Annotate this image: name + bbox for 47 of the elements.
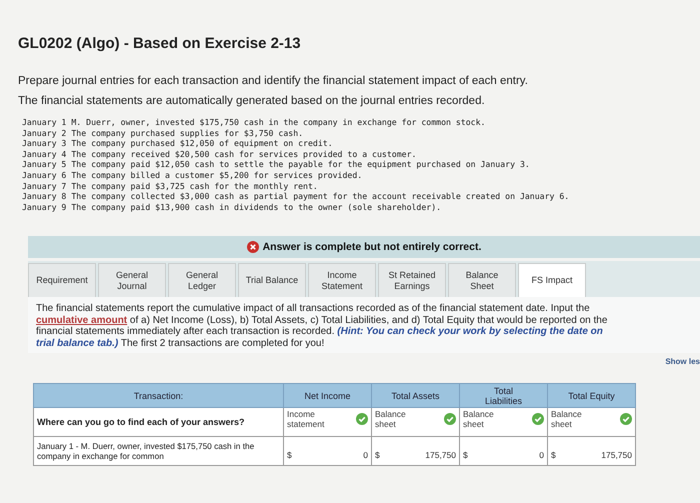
transaction-text: The company purchased $12,050 of equipment on credit.: [71, 138, 333, 149]
tab[interactable]: Requirement: [28, 263, 96, 298]
transaction-date: January 3: [22, 138, 66, 149]
tab[interactable]: FS Impact: [518, 263, 586, 298]
amount-cell[interactable]: $ 0: [460, 436, 548, 466]
instruction-text: The financial statements are automatically generated based on the journal entries recorded.: [18, 95, 486, 107]
transaction-text: The company received $20,500 cash for services provided to a customer.: [71, 148, 416, 160]
show-less-link[interactable]: Show les: [665, 357, 700, 366]
tab[interactable]: General Journal: [98, 263, 166, 298]
amount-cell[interactable]: $ 0: [284, 436, 372, 466]
column-header: Transaction:: [34, 384, 284, 408]
amount-cell[interactable]: $ 175,750: [372, 436, 460, 466]
row-label: Where can you go to find each of your answers?: [34, 408, 284, 437]
tab[interactable]: St Retained Earnings: [378, 263, 446, 298]
transaction-date: January 9: [22, 202, 66, 212]
transaction-date: January 4: [22, 148, 66, 160]
tab[interactable]: Balance Sheet: [448, 263, 516, 298]
transaction-text: The company paid $13,900 cash in dividends to the owner (sole shareholder).: [71, 202, 442, 212]
instruction-text: Prepare journal entries for each transaction and identify the financial statement impact of each entry.: [18, 75, 529, 87]
tab[interactable]: General Ledger: [168, 263, 236, 298]
tab[interactable]: Trial Balance: [238, 263, 306, 298]
row-label: January 1 - M. Duerr, owner, invested $175,750 cash in the company in exchange for common: [34, 436, 284, 466]
transaction-text: The company paid $3,725 cash for the monthly rent.: [71, 180, 318, 192]
answer-cell[interactable]: Balance sheet: [460, 408, 548, 437]
transaction-date: January 1: [22, 117, 66, 128]
column-header: Total Assets: [372, 384, 460, 408]
tab[interactable]: Income Statement: [308, 263, 376, 298]
column-header: Total Liabilities: [460, 384, 548, 408]
amount-cell[interactable]: $ 175,750: [548, 436, 636, 466]
column-header: Total Equity: [548, 384, 636, 408]
transaction-date: January 8: [22, 191, 66, 202]
transaction-date: January 2: [22, 128, 66, 138]
answer-cell[interactable]: Income statement: [284, 408, 372, 437]
transaction-text: The company collected $3,000 cash as partial payment for the account receivable created on January 6.: [71, 191, 570, 202]
answer-cell[interactable]: Balance sheet: [372, 408, 460, 437]
transaction-text: The company paid $12,050 cash to settle the payable for the equipment purchased on January 3.: [71, 159, 530, 170]
transaction-date: January 5: [22, 159, 66, 170]
transaction-text: The company purchased supplies for $3,750 cash.: [71, 128, 304, 138]
answer-cell[interactable]: Balance sheet: [548, 408, 636, 437]
banner-message: Answer is complete but not entirely correct.: [262, 241, 482, 254]
column-header: Net Income: [284, 384, 372, 408]
transaction-date: January 7: [22, 180, 66, 192]
transaction-text: The company billed a customer $5,200 for services provided.: [71, 170, 362, 181]
transaction-date: January 6: [22, 170, 66, 181]
page-title: GL0202 (Algo) - Based on Exercise 2-13: [18, 35, 302, 52]
instructions-paragraph: The financial statements report the cumulative impact of all transactions recorded as of the financial statement date. Input the cumulative amount of a) Net Income (Loss), b) Total Assets, c) Total Liabilities, and d) Total Equity that would be reported on the financial statements immediately after each transaction is recorded. (Hint: You can check your work by selecting the date on trial balance tab.) The first 2 transactions are completed for you!: [36, 303, 608, 350]
transaction-text: M. Duerr, owner, invested $175,750 cash in the company in exchange for common stock.: [71, 117, 486, 128]
